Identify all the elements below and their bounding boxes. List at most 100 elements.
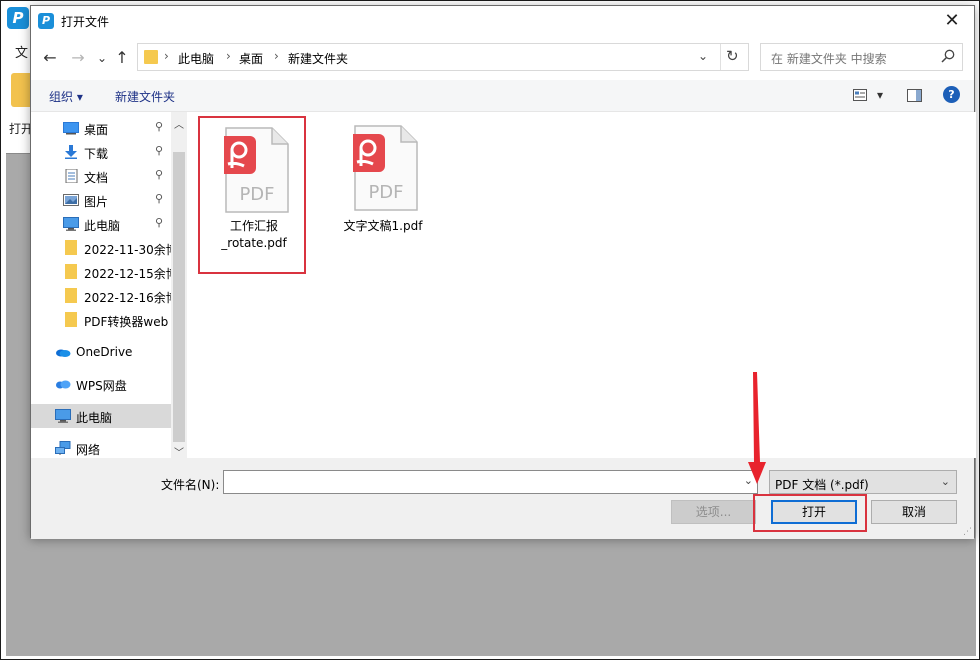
breadcrumb-separator[interactable]: › — [164, 49, 169, 63]
nav-item-folder-2022-12-15[interactable]: 2022-12-15余博 — [31, 260, 171, 284]
file-name-line: 文字文稿1.pdf — [343, 219, 423, 233]
scroll-up-chevron-icon[interactable]: ︿ — [171, 116, 187, 131]
desktop-icon — [63, 122, 79, 135]
pin-icon[interactable]: ⚲ — [155, 144, 163, 157]
pin-icon[interactable]: ⚲ — [155, 168, 163, 181]
nav-item-pictures[interactable]: 图片 ⚲ — [31, 188, 171, 212]
nav-item-folder-pdf-converter[interactable]: PDF转换器web — [31, 308, 171, 332]
picture-icon — [63, 194, 79, 206]
nav-item-label: 2022-11-30余博 — [84, 243, 171, 257]
nav-item-folder-2022-12-16[interactable]: 2022-12-16余博 — [31, 284, 171, 308]
pdf-file-icon: PDF — [353, 125, 418, 211]
pin-icon[interactable]: ⚲ — [155, 120, 163, 133]
file-name-line: _rotate.pdf — [221, 236, 287, 250]
nav-item-label: 网络 — [76, 443, 101, 457]
scrollbar-thumb[interactable] — [173, 152, 185, 442]
preview-pane-icon[interactable] — [907, 89, 922, 102]
file-name-line: 工作汇报 — [229, 219, 278, 233]
nav-item-label: 文档 — [84, 171, 109, 185]
dialog-titlebar: P 打开文件 ✕ — [31, 6, 974, 36]
pdf-file-icon: PDF — [224, 127, 289, 213]
address-divider — [720, 44, 721, 70]
open-button[interactable]: 打开 — [771, 500, 857, 524]
search-icon[interactable] — [940, 48, 956, 64]
scroll-down-chevron-icon[interactable]: ﹀ — [171, 444, 187, 459]
document-icon — [65, 169, 78, 183]
back-arrow-icon[interactable]: ← — [39, 47, 61, 69]
nav-item-label: WPS网盘 — [76, 379, 127, 393]
nav-item-label: 此电脑 — [84, 219, 121, 233]
navigation-bar: ← → ⌄ ↑ › 此电脑 › 桌面 › 新建文件夹 ⌄ ↻ 在 新建文件夹 中… — [31, 36, 974, 80]
computer-icon — [55, 409, 71, 423]
search-input[interactable]: 在 新建文件夹 中搜索 — [760, 43, 963, 71]
app-logo-icon: P — [7, 7, 29, 29]
computer-icon — [63, 217, 79, 231]
nav-item-label: 此电脑 — [76, 411, 113, 425]
file-list-pane: PDF 工作汇报 _rotate.pdf PDF 文字文稿1.pdf — [187, 112, 976, 458]
onedrive-icon — [56, 349, 71, 357]
nav-item-wps-cloud[interactable]: WPS网盘 — [31, 372, 171, 396]
refresh-icon[interactable]: ↻ — [726, 47, 739, 65]
filetype-select[interactable]: PDF 文档 (*.pdf) ⌄ — [769, 470, 957, 494]
resize-grip-icon[interactable]: ⋰ — [963, 527, 972, 537]
nav-item-label: 桌面 — [84, 123, 109, 137]
download-icon — [65, 145, 77, 159]
options-button[interactable]: 选项... — [671, 500, 756, 524]
new-folder-button[interactable]: 新建文件夹 — [115, 88, 175, 105]
up-arrow-icon[interactable]: ↑ — [111, 47, 133, 69]
forward-arrow-icon[interactable]: → — [67, 47, 89, 69]
pdf-icon-text: PDF — [368, 182, 403, 203]
navigation-pane: 桌面 ⚲ 下载 ⚲ 文档 ⚲ 图片 ⚲ 此电脑 ⚲ 2022-11-30余博 2… — [31, 112, 187, 458]
nav-item-desktop[interactable]: 桌面 ⚲ — [31, 116, 171, 140]
address-bar[interactable]: › 此电脑 › 桌面 › 新建文件夹 ⌄ ↻ — [137, 43, 749, 71]
close-icon[interactable]: ✕ — [930, 6, 974, 36]
file-item-text-doc[interactable]: PDF 文字文稿1.pdf — [317, 116, 425, 266]
pin-icon[interactable]: ⚲ — [155, 192, 163, 205]
recent-locations-chevron-icon[interactable]: ⌄ — [91, 47, 113, 69]
dialog-app-icon: P — [38, 13, 54, 29]
file-item-work-report[interactable]: PDF 工作汇报 _rotate.pdf — [198, 116, 306, 274]
breadcrumb-separator[interactable]: › — [226, 49, 231, 63]
chevron-down-icon[interactable]: ⌄ — [698, 49, 708, 63]
nav-item-label: 2022-12-16余博 — [84, 291, 171, 305]
chevron-down-icon[interactable]: ⌄ — [941, 475, 950, 488]
folder-icon — [65, 264, 77, 279]
folder-icon — [65, 240, 77, 255]
nav-item-this-pc-quick[interactable]: 此电脑 ⚲ — [31, 212, 171, 236]
filename-label: 文件名(N): — [161, 478, 220, 492]
nav-item-label: 2022-12-15余博 — [84, 267, 171, 281]
nav-item-label: 图片 — [84, 195, 109, 209]
chevron-down-icon[interactable]: ⌄ — [744, 474, 753, 487]
breadcrumb-this-pc[interactable]: 此电脑 — [178, 50, 214, 67]
view-mode-icon[interactable] — [853, 89, 867, 101]
command-bar: 组织 ▾ 新建文件夹 ▾ ? — [31, 80, 974, 112]
nav-item-label: OneDrive — [76, 345, 133, 359]
nav-item-folder-2022-11-30[interactable]: 2022-11-30余博 — [31, 236, 171, 260]
nav-pane-scrollbar[interactable]: ︿ ﹀ — [171, 112, 187, 459]
background-menu-item[interactable]: 文 — [15, 42, 28, 61]
open-file-dialog: P 打开文件 ✕ ← → ⌄ ↑ › 此电脑 › 桌面 › 新建文件夹 ⌄ ↻ … — [30, 5, 976, 539]
filetype-value: PDF 文档 (*.pdf) — [775, 478, 869, 492]
breadcrumb-new-folder[interactable]: 新建文件夹 — [288, 50, 348, 67]
dialog-bottom-panel: 文件名(N): ⌄ PDF 文档 (*.pdf) ⌄ 选项... 打开 取消 ⋰ — [31, 458, 974, 539]
help-icon[interactable]: ? — [943, 86, 960, 103]
pdf-icon-text: PDF — [239, 184, 274, 205]
pin-icon[interactable]: ⚲ — [155, 216, 163, 229]
folder-icon — [65, 312, 77, 327]
nav-item-onedrive[interactable]: OneDrive — [31, 340, 171, 364]
filename-input[interactable]: ⌄ — [223, 470, 758, 494]
nav-item-network[interactable]: 网络 — [31, 436, 171, 460]
nav-item-label: PDF转换器web — [84, 315, 169, 329]
breadcrumb-separator[interactable]: › — [274, 49, 279, 63]
nav-item-documents[interactable]: 文档 ⚲ — [31, 164, 171, 188]
view-options-chevron-icon[interactable]: ▾ — [877, 88, 883, 102]
folder-icon — [65, 288, 77, 303]
nav-item-this-pc[interactable]: 此电脑 — [31, 404, 171, 428]
dialog-title: 打开文件 — [61, 15, 110, 29]
nav-item-downloads[interactable]: 下载 ⚲ — [31, 140, 171, 164]
breadcrumb-desktop[interactable]: 桌面 — [239, 50, 263, 67]
folder-icon — [144, 50, 158, 64]
organize-menu-button[interactable]: 组织 ▾ — [49, 88, 83, 105]
cancel-button[interactable]: 取消 — [871, 500, 957, 524]
nav-item-label: 下载 — [84, 147, 109, 161]
